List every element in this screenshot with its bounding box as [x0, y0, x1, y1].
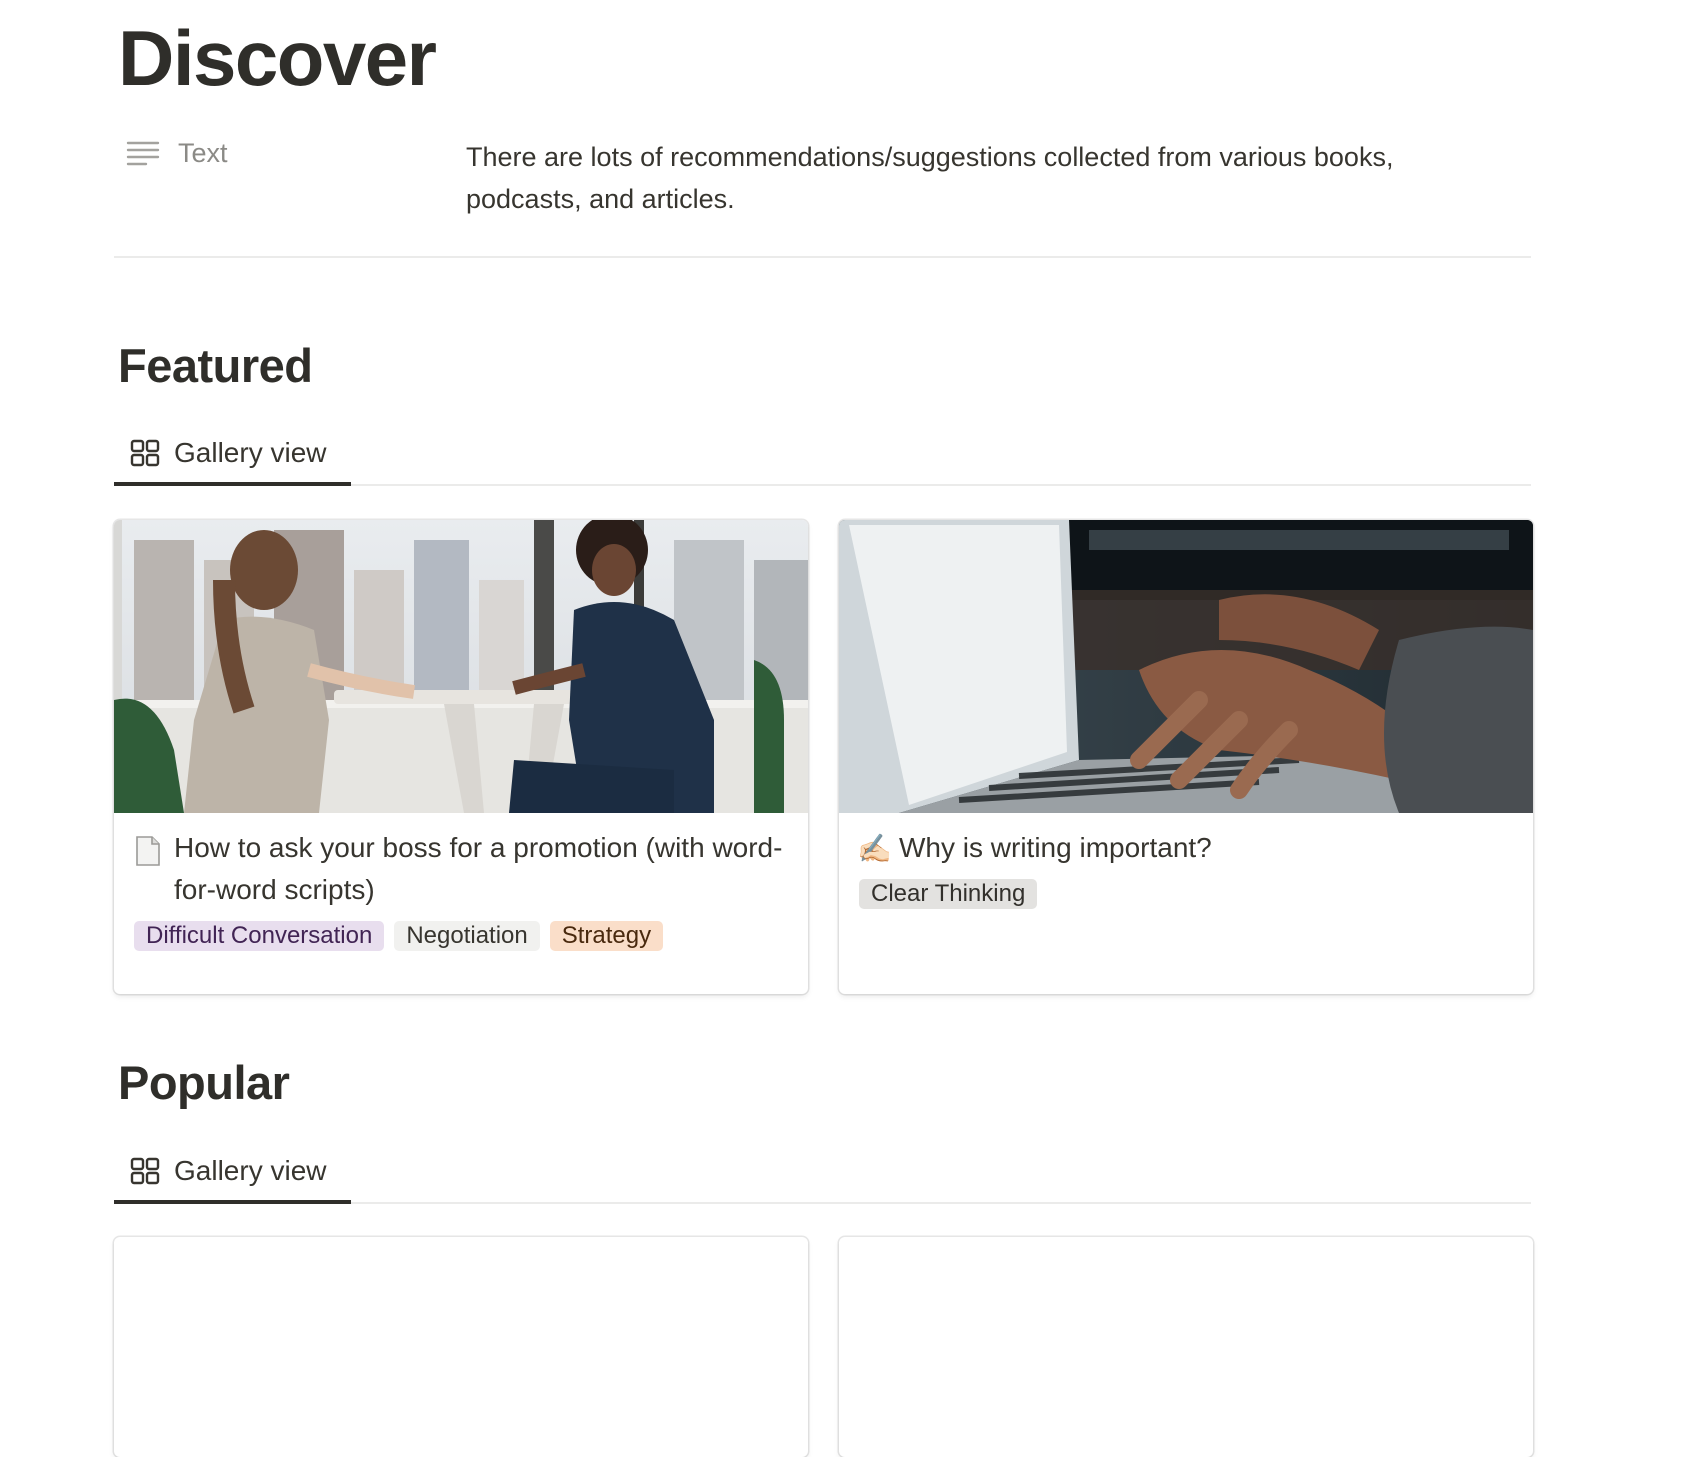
text-lines-icon — [126, 141, 160, 165]
section-title-popular: Popular — [118, 1056, 290, 1109]
tag: Difficult Conversation — [134, 921, 385, 951]
tab-gallery-view[interactable]: Gallery view — [114, 1142, 351, 1204]
gallery-card[interactable] — [114, 1237, 808, 1457]
card-cover-image — [114, 520, 808, 813]
property-name[interactable]: Text — [126, 138, 228, 169]
card-title: How to ask your boss for a promotion (wi… — [114, 813, 808, 911]
gallery-card[interactable] — [839, 1237, 1533, 1457]
gallery-grid-icon — [130, 1157, 160, 1185]
section-title-featured: Featured — [118, 339, 313, 392]
card-cover-image — [839, 520, 1533, 813]
view-tabbar-popular: Gallery view — [114, 1142, 1531, 1204]
two-women-talking-photo — [114, 520, 808, 813]
property-value[interactable]: There are lots of recommendations/sugges… — [466, 136, 1506, 220]
card-title: ✍🏻 Why is writing important? — [839, 813, 1533, 869]
view-tabbar-featured: Gallery view — [114, 424, 1531, 486]
gallery-card[interactable]: How to ask your boss for a promotion (wi… — [114, 520, 808, 994]
card-title-text: How to ask your boss for a promotion (wi… — [174, 832, 783, 905]
writing-hand-icon: ✍🏻 — [857, 833, 892, 864]
tag: Negotiation — [394, 921, 540, 951]
tab-label: Gallery view — [174, 1155, 327, 1186]
property-row: Text There are lots of recommendations/s… — [114, 130, 1531, 258]
tag: Strategy — [549, 921, 664, 951]
tab-gallery-view[interactable]: Gallery view — [114, 424, 351, 486]
card-tags: Difficult Conversation Negotiation Strat… — [114, 911, 808, 951]
notion-page: Discover Text There are lots of recommen… — [0, 0, 1708, 1457]
document-page-icon — [136, 836, 160, 866]
card-title-text: Why is writing important? — [899, 832, 1212, 863]
tab-label: Gallery view — [174, 437, 327, 468]
gallery-grid-icon — [130, 439, 160, 467]
property-name-label: Text — [178, 138, 228, 168]
property-divider — [114, 256, 1531, 258]
page-title: Discover — [118, 14, 437, 102]
tag: Clear Thinking — [859, 879, 1038, 909]
card-tags: Clear Thinking — [839, 869, 1533, 909]
hands-typing-laptop-photo — [839, 520, 1533, 813]
gallery-card[interactable]: ✍🏻 Why is writing important? Clear Think… — [839, 520, 1533, 994]
